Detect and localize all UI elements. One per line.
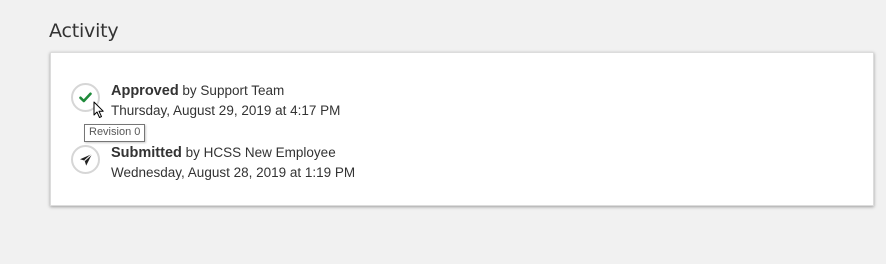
activity-entry-text: Approved by Support Team Thursday, Augus… bbox=[111, 83, 340, 119]
checkmark-icon bbox=[79, 92, 92, 103]
activity-timestamp: Thursday, August 29, 2019 at 4:17 PM bbox=[111, 103, 341, 118]
activity-entry-text: Submitted by HCSS New Employee Wednesday… bbox=[111, 145, 355, 181]
activity-headline: Submitted by HCSS New Employee bbox=[111, 145, 355, 161]
paper-plane-icon bbox=[79, 153, 92, 166]
activity-status: Submitted bbox=[111, 145, 182, 161]
activity-status: Approved bbox=[111, 83, 179, 99]
activity-actor: by HCSS New Employee bbox=[181, 145, 336, 160]
activity-section-title: Activity bbox=[49, 20, 119, 42]
mouse-cursor-icon bbox=[93, 101, 104, 118]
activity-actor: by Support Team bbox=[178, 83, 285, 98]
activity-timestamp: Wednesday, August 28, 2019 at 1:19 PM bbox=[111, 165, 356, 180]
submitted-status-icon[interactable] bbox=[71, 145, 100, 174]
activity-headline: Approved by Support Team bbox=[111, 83, 340, 99]
revision-tooltip: Revision 0 bbox=[84, 124, 146, 142]
activity-card: Approved by Support Team Thursday, Augus… bbox=[50, 52, 874, 206]
